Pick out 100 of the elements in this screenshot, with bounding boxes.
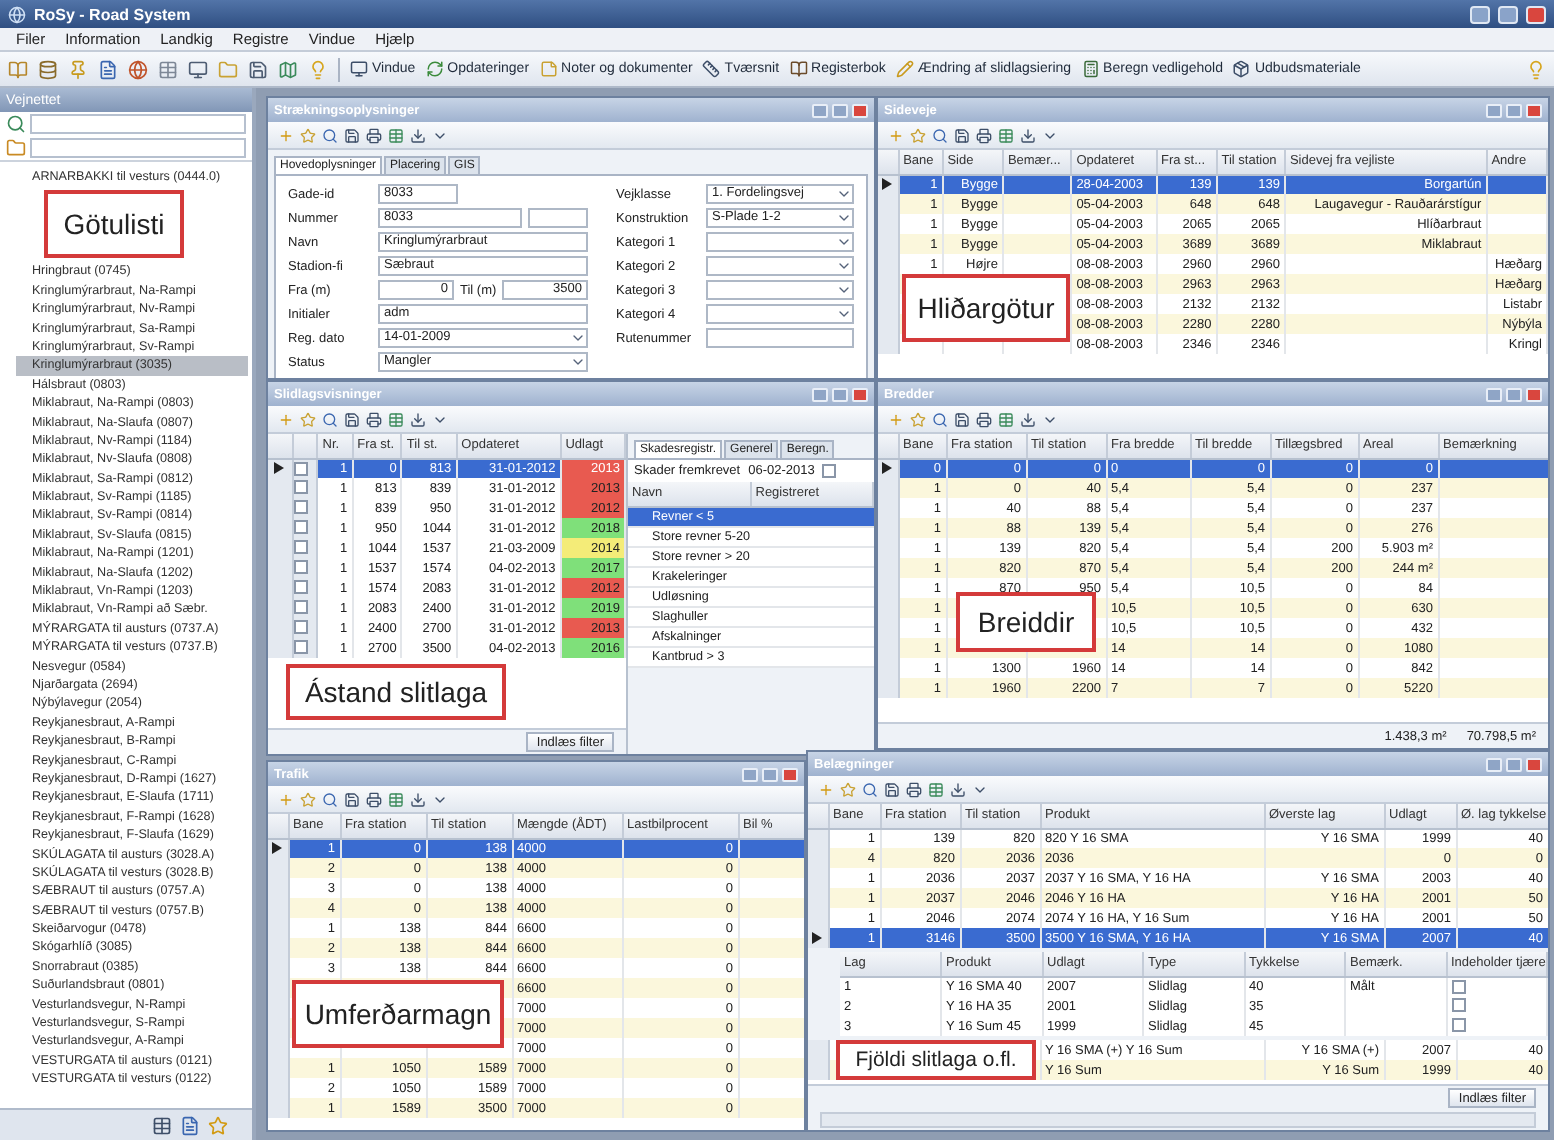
minimize-button[interactable]: [1486, 387, 1502, 401]
minimize-button[interactable]: [742, 767, 758, 781]
plus-icon[interactable]: [278, 791, 294, 807]
maximize-button[interactable]: [1506, 387, 1522, 401]
folder-icon[interactable]: [218, 59, 238, 79]
search-icon[interactable]: [932, 127, 948, 143]
database-icon[interactable]: [38, 59, 58, 79]
star-icon[interactable]: [300, 791, 316, 807]
star-icon[interactable]: [910, 411, 926, 427]
maximize-button[interactable]: [1506, 103, 1522, 117]
close-button[interactable]: [852, 103, 868, 117]
plus-icon[interactable]: [888, 411, 904, 427]
save-icon[interactable]: [344, 127, 360, 143]
search-icon[interactable]: [932, 411, 948, 427]
printer-icon[interactable]: [366, 127, 382, 143]
plus-icon[interactable]: [888, 127, 904, 143]
table-icon[interactable]: [998, 127, 1014, 143]
callout-label: Ástand slitlaga: [286, 664, 506, 720]
minimize-button[interactable]: [812, 387, 828, 401]
table-icon[interactable]: [388, 791, 404, 807]
lightbulb-icon[interactable]: [1526, 59, 1546, 79]
save-icon[interactable]: [248, 59, 268, 79]
download-icon[interactable]: [950, 781, 966, 797]
star-icon[interactable]: [300, 411, 316, 427]
save-icon[interactable]: [884, 781, 900, 797]
plus-icon[interactable]: [278, 411, 294, 427]
input-field[interactable]: [30, 138, 246, 158]
dropdown-field[interactable]: [706, 232, 854, 252]
scrollbar[interactable]: [820, 1112, 1536, 1128]
minimize-button[interactable]: [1486, 103, 1502, 117]
document-icon[interactable]: [180, 1115, 200, 1135]
printer-icon[interactable]: [366, 411, 382, 427]
minimize-button[interactable]: [1470, 5, 1490, 23]
printer-icon[interactable]: [906, 781, 922, 797]
search-icon[interactable]: [322, 411, 338, 427]
maximize-button[interactable]: [1506, 757, 1522, 771]
table-icon[interactable]: [152, 1115, 172, 1135]
save-icon[interactable]: [954, 127, 970, 143]
dropdown-field[interactable]: [706, 280, 854, 300]
table-icon[interactable]: [388, 127, 404, 143]
download-icon[interactable]: [410, 127, 426, 143]
pin-icon[interactable]: [68, 59, 88, 79]
row-pointer-icon: [272, 842, 283, 855]
checkbox[interactable]: [1451, 979, 1465, 994]
lightbulb-icon[interactable]: [308, 59, 328, 79]
printer-icon[interactable]: [976, 127, 992, 143]
table-icon[interactable]: [388, 411, 404, 427]
plus-icon[interactable]: [818, 781, 834, 797]
close-button[interactable]: [1526, 387, 1542, 401]
save-icon[interactable]: [344, 411, 360, 427]
dropdown-field[interactable]: [706, 256, 854, 276]
star-icon[interactable]: [300, 127, 316, 143]
folder-icon[interactable]: [6, 138, 26, 158]
book-icon[interactable]: [8, 59, 28, 79]
globe-icon[interactable]: [128, 59, 148, 79]
printer-icon[interactable]: [976, 411, 992, 427]
input-field[interactable]: [528, 208, 588, 228]
search-icon[interactable]: [322, 791, 338, 807]
star-icon[interactable]: [208, 1115, 228, 1135]
maximize-button[interactable]: [832, 103, 848, 117]
download-icon[interactable]: [410, 411, 426, 427]
search-icon[interactable]: [6, 114, 26, 134]
close-button[interactable]: [852, 387, 868, 401]
minimize-button[interactable]: [1486, 757, 1502, 771]
download-icon[interactable]: [1020, 411, 1036, 427]
close-button[interactable]: [1526, 5, 1546, 23]
search-field[interactable]: [30, 114, 246, 134]
table-icon[interactable]: [998, 411, 1014, 427]
document-icon[interactable]: [98, 59, 118, 79]
maximize-button[interactable]: [832, 387, 848, 401]
download-icon[interactable]: [1020, 127, 1036, 143]
printer-icon[interactable]: [366, 791, 382, 807]
monitor-icon[interactable]: [188, 59, 208, 79]
table-icon[interactable]: [928, 781, 944, 797]
table-icon[interactable]: [158, 59, 178, 79]
star-icon[interactable]: [840, 781, 856, 797]
save-icon[interactable]: [954, 411, 970, 427]
download-icon[interactable]: [410, 791, 426, 807]
package-icon: [1232, 60, 1251, 78]
callout-label: Umferðarmagn: [292, 980, 504, 1048]
input-field[interactable]: [706, 328, 854, 348]
checkbox[interactable]: [822, 464, 837, 478]
search-icon[interactable]: [862, 781, 878, 797]
plus-icon[interactable]: [278, 127, 294, 143]
save-icon[interactable]: [344, 791, 360, 807]
checkbox[interactable]: [1451, 1018, 1465, 1033]
close-button[interactable]: [1526, 757, 1542, 771]
search-icon[interactable]: [322, 127, 338, 143]
maximize-button[interactable]: [762, 767, 778, 781]
close-button[interactable]: [782, 767, 798, 781]
close-button[interactable]: [1526, 103, 1542, 117]
dropdown-field[interactable]: [706, 304, 854, 324]
minimize-button[interactable]: [812, 103, 828, 117]
star-icon[interactable]: [910, 127, 926, 143]
maximize-button[interactable]: [1498, 5, 1518, 23]
callout-label: Götulisti: [44, 190, 184, 259]
pencil-icon: [895, 60, 914, 78]
map-icon[interactable]: [278, 59, 298, 79]
checkbox[interactable]: [1451, 998, 1465, 1013]
app-icon: [8, 5, 26, 23]
